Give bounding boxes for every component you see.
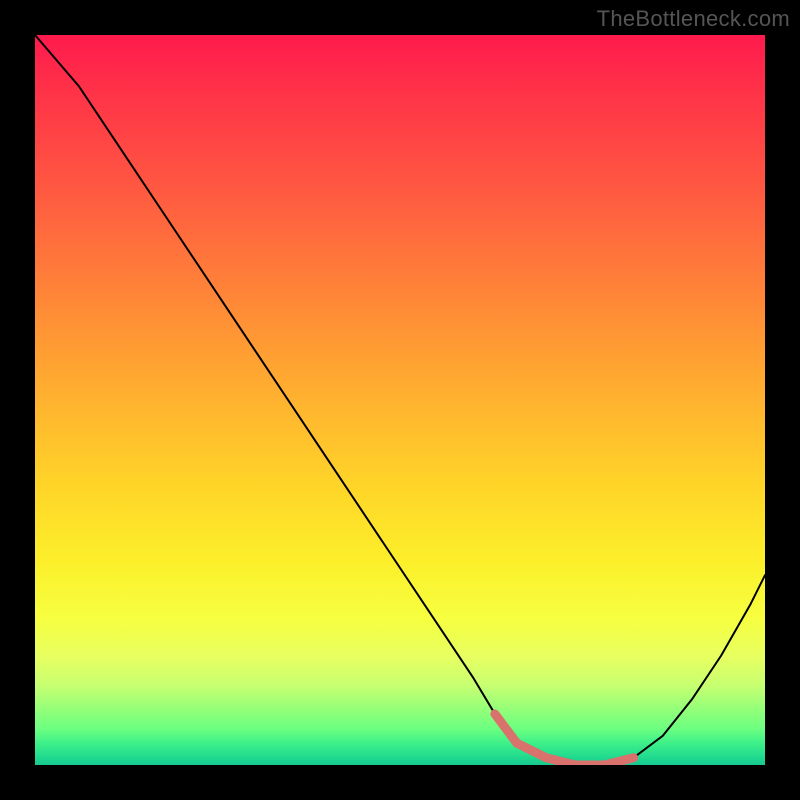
watermark-text: TheBottleneck.com: [597, 6, 790, 32]
bottleneck-curve: [35, 35, 765, 765]
curve-svg: [35, 35, 765, 765]
minimum-highlight: [495, 714, 634, 765]
plot-inner: [35, 35, 765, 765]
plot-area: [35, 35, 765, 765]
chart-frame: TheBottleneck.com: [0, 0, 800, 800]
